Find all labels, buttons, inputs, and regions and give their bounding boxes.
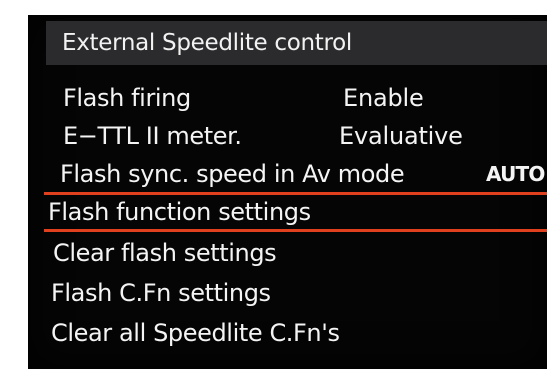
menu-item-value: Enable [343,84,424,112]
menu-item-label: Flash sync. speed in Av mode [60,160,405,188]
menu-item-value: AUTO [486,162,545,186]
menu-title-bar: External Speedlite control [46,21,547,65]
menu-item-flash-sync-speed[interactable]: Flash sync. speed in Av mode AUTO [28,154,547,194]
menu-item-label: Clear all Speedlite C.Fn's [51,319,340,347]
menu-item-clear-all-speedlite-cfn[interactable]: Clear all Speedlite C.Fn's [28,313,547,353]
menu-item-value: Evaluative [339,122,463,150]
menu-item-clear-flash-settings[interactable]: Clear flash settings [28,233,547,273]
camera-menu-screen: External Speedlite control Flash firing … [28,15,547,369]
menu-item-flash-firing[interactable]: Flash firing Enable [28,78,547,118]
menu-item-flash-function-settings[interactable]: Flash function settings [44,192,547,232]
menu-item-label: Flash function settings [48,198,311,226]
menu-item-flash-cfn-settings[interactable]: Flash C.Fn settings [28,273,547,313]
menu-item-label: Clear flash settings [53,239,277,267]
menu-item-ettl-meter[interactable]: E−TTL II meter. Evaluative [28,116,547,156]
menu-title: External Speedlite control [62,30,353,56]
menu-item-label: Flash firing [63,84,191,112]
menu-item-label: Flash C.Fn settings [51,279,271,307]
menu-item-label: E−TTL II meter. [63,122,242,150]
